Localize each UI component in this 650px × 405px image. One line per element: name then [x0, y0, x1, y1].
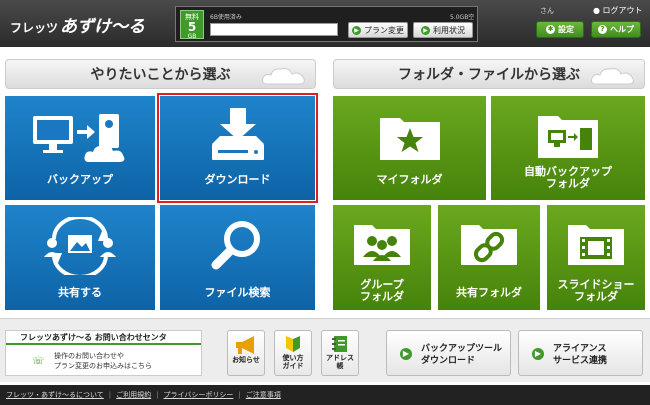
backup-tool-label-line1: バックアップツール	[421, 344, 503, 354]
guide-label-line1: 使い方	[282, 354, 304, 362]
phone-icon: ☏	[32, 356, 45, 367]
file-search-tile[interactable]: ファイル検索	[160, 205, 315, 310]
link-folder-icon	[461, 225, 517, 265]
question-icon: ?	[598, 25, 607, 34]
selection-highlight	[157, 93, 318, 203]
group-folder-icon	[354, 225, 410, 265]
usage-status-label: 利用状況	[433, 25, 465, 35]
arrow-circle-icon: ▶	[352, 25, 361, 35]
usage-status-button[interactable]: ▶ 利用状況	[413, 22, 473, 38]
auto-backup-folder-icon	[538, 116, 598, 158]
logout-bullet-icon: ●	[593, 6, 600, 15]
logout-label: ログアウト	[602, 6, 643, 15]
my-folder-label: マイフォルダ	[376, 173, 443, 186]
file-search-label: ファイル検索	[204, 286, 271, 299]
guide-label-line2: ガイド	[282, 362, 304, 370]
right-section-header: フォルダ・ファイルから選ぶ	[333, 59, 645, 89]
magnifier-icon	[211, 221, 260, 270]
logo-text-azukeru: あずけ〜る	[60, 17, 146, 37]
address-book-icon	[332, 336, 347, 352]
footer-link-privacy[interactable]: プライバシーポリシー	[164, 390, 234, 400]
help-button[interactable]: ? ヘルプ	[591, 21, 641, 38]
gear-icon: ✱	[546, 25, 555, 34]
footer-separator: |	[238, 391, 241, 399]
help-label: ヘルプ	[610, 25, 634, 34]
auto-backup-label-line2: フォルダ	[546, 177, 590, 190]
footer-separator: |	[156, 391, 159, 399]
share-tile[interactable]: 共有する	[5, 205, 155, 310]
right-section-title: フォルダ・ファイルから選ぶ	[398, 67, 580, 83]
share-people-icon	[44, 217, 116, 275]
logout-link[interactable]: ● ログアウト	[593, 5, 643, 16]
footer-link-notes[interactable]: ご注意事項	[246, 390, 281, 400]
arrow-circle-icon: ▶	[421, 25, 430, 35]
beginner-mark-icon	[286, 336, 300, 352]
plan-change-button[interactable]: ▶ プラン変更	[348, 22, 408, 38]
used-storage-text: 6B使用済み	[210, 14, 242, 21]
backup-tool-label-line2: ダウンロード	[421, 356, 476, 366]
slideshow-folder-tile[interactable]: スライドショー フォルダ	[547, 205, 645, 310]
contact-center-box[interactable]: フレッツあずけ〜る お問い合わせセンタ ☏ 操作のお問い合わせや プラン変更のお…	[5, 330, 202, 376]
backup-label: バックアップ	[47, 173, 113, 186]
backup-tile[interactable]: バックアップ	[5, 96, 155, 200]
backup-tool-download-button[interactable]: ▶ バックアップツール ダウンロード	[386, 330, 511, 376]
plan-badge: 無料 5 GB	[180, 10, 204, 40]
arrow-circle-icon: ▶	[400, 348, 412, 360]
slideshow-label-line2: フォルダ	[574, 290, 618, 303]
notice-label: お知らせ	[232, 356, 260, 364]
alliance-label-line2: サービス連携	[553, 356, 608, 366]
shared-folder-tile[interactable]: 共有フォルダ	[438, 205, 540, 310]
alliance-label-line1: アライアンス	[553, 344, 607, 354]
guide-button[interactable]: 使い方 ガイド	[274, 330, 312, 376]
footer-link-about[interactable]: フレッツ・あずけ〜るについて	[6, 390, 104, 400]
logo-text-flets: フレッツ	[10, 21, 59, 35]
app-logo[interactable]: フレッツ あずけ〜る	[10, 12, 145, 37]
storage-usage-panel: 無料 5 GB 6B使用済み 5.0GB空き ▶プラン変更 ▶利用状況	[175, 6, 478, 42]
arrow-circle-icon: ▶	[532, 348, 544, 360]
shared-folder-label: 共有フォルダ	[456, 286, 522, 299]
contact-text-line1: 操作のお問い合わせや	[54, 352, 124, 360]
left-section-title: やりたいことから選ぶ	[90, 67, 231, 83]
plan-size: 5	[187, 20, 197, 34]
plan-unit: GB	[187, 33, 197, 40]
settings-label: 設定	[558, 25, 574, 34]
auto-backup-folder-tile[interactable]: 自動バックアップ フォルダ	[491, 96, 645, 200]
footer-link-terms[interactable]: ご利用規約	[116, 390, 151, 400]
user-name-suffix: さん	[540, 7, 554, 15]
backup-icon	[33, 114, 125, 162]
megaphone-icon	[236, 336, 254, 354]
address-book-button[interactable]: アドレス 帳	[321, 330, 359, 376]
cloud-decoration-icon	[591, 68, 634, 85]
star-folder-icon	[379, 118, 440, 160]
group-folder-label-line2: フォルダ	[360, 290, 404, 303]
footer-bar: フレッツ・あずけ〜るについて | ご利用規約 | プライバシーポリシー | ご注…	[0, 385, 650, 405]
notice-button[interactable]: お知らせ	[227, 330, 265, 376]
film-folder-icon	[568, 225, 624, 265]
contact-text-line2: プラン変更のお申込みはこちら	[54, 362, 152, 370]
cloud-decoration-icon	[262, 68, 305, 85]
share-label: 共有する	[58, 286, 102, 299]
plan-change-label: プラン変更	[364, 25, 404, 35]
left-section-header: やりたいことから選ぶ	[5, 59, 316, 89]
header-bar: フレッツあずけ〜る 無料 5 GB 6B使用済み 5.0GB空き ▶プラン変更 …	[0, 0, 650, 47]
storage-progress-bar	[210, 23, 338, 36]
address-label-line1: アドレス	[326, 354, 354, 362]
group-folder-tile[interactable]: グループ フォルダ	[333, 205, 431, 310]
alliance-service-button[interactable]: ▶ アライアンス サービス連携	[518, 330, 643, 376]
settings-button[interactable]: ✱ 設定	[536, 21, 584, 38]
contact-title: フレッツあずけ〜る お問い合わせセンタ	[6, 331, 201, 345]
my-folder-tile[interactable]: マイフォルダ	[333, 96, 486, 200]
footer-separator: |	[108, 391, 112, 399]
address-label-line2: 帳	[336, 362, 344, 370]
